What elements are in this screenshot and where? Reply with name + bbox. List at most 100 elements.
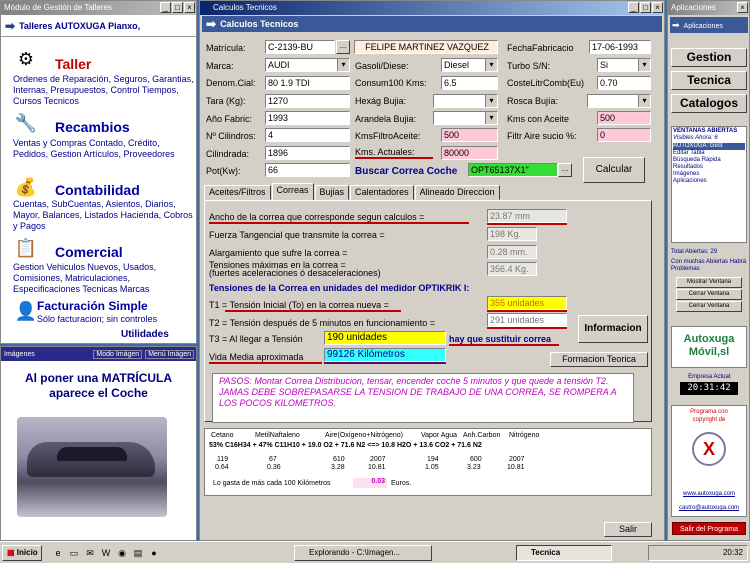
contabilidad-icon[interactable]: 💰 xyxy=(13,177,39,199)
close-button[interactable]: × xyxy=(652,2,663,13)
main-subheader: ➡ Calculos Tecnicos xyxy=(202,16,662,32)
minimize-button[interactable]: _ xyxy=(160,2,171,13)
app-icon[interactable]: ● xyxy=(148,547,160,559)
recambios-link[interactable]: Recambios xyxy=(55,119,130,135)
chem-footer-label: Lo gasta de más cada 100 Kilómetros xyxy=(213,480,331,487)
potkw-input[interactable]: 66 xyxy=(265,163,350,177)
kmsaceite-input[interactable]: 500 xyxy=(597,111,651,125)
tab-aceites[interactable]: Aceites/Filtros xyxy=(204,185,271,200)
media-icon[interactable]: ◉ xyxy=(116,547,128,559)
fecha-input[interactable]: 17-06-1993 xyxy=(589,40,651,54)
outlook-icon[interactable]: ✉ xyxy=(84,547,96,559)
cilindros-input[interactable]: 4 xyxy=(265,128,350,142)
matricula-input[interactable]: C-2139-BU xyxy=(265,40,335,54)
salir-programa-button[interactable]: Salir del Programa xyxy=(672,522,746,535)
chem-r2-6: 10.81 xyxy=(507,464,525,471)
taller-link[interactable]: Taller xyxy=(55,56,91,72)
desktop-icon[interactable]: ▭ xyxy=(68,547,80,559)
task-tecnica[interactable]: Tecnica xyxy=(516,545,612,561)
open-window-item[interactable]: Editar Tabla xyxy=(673,150,745,157)
coste-input[interactable]: 0.70 xyxy=(597,76,651,90)
filtro-input[interactable]: 0 xyxy=(597,128,651,142)
open-window-item[interactable]: AUTOXUGA: Gest xyxy=(673,143,745,150)
tab-bujias[interactable]: Bujias xyxy=(314,185,350,200)
hexag-select[interactable] xyxy=(433,94,498,108)
word-icon[interactable]: W xyxy=(100,547,112,559)
consum-input[interactable]: 6.5 xyxy=(441,76,498,90)
copyright-panel: Programa con copyright de X www.autoxuga… xyxy=(671,405,747,517)
comercial-icon[interactable]: 📋 xyxy=(13,238,39,260)
arrow-right-icon: ➡ xyxy=(5,18,16,33)
informacion-button[interactable]: Informacion xyxy=(578,315,648,343)
utilidades-link[interactable]: Utilidades xyxy=(121,329,169,340)
marca-select[interactable]: AUDI xyxy=(265,58,350,72)
denom-input[interactable]: 80 1.9 TDI xyxy=(265,76,350,90)
open-window-item[interactable]: Imágenes xyxy=(673,171,745,178)
chem-r1-5: 600 xyxy=(470,456,482,463)
taller-icon[interactable]: ⚙ xyxy=(13,49,39,71)
right-title-bar[interactable]: Aplicaciones × xyxy=(668,1,749,15)
chart-icon[interactable]: ▤ xyxy=(132,547,144,559)
start-button[interactable]: ▦ Inicio xyxy=(2,545,42,561)
buscar-lookup-button[interactable]: ... xyxy=(558,163,572,177)
menu-image-dropdown[interactable]: Menú Imágen xyxy=(145,349,194,359)
t3-label: T3 = Al llegar a Tensión xyxy=(209,334,303,344)
catalogos-button[interactable]: Catalogos xyxy=(671,94,747,113)
tecnica-button[interactable]: Tecnica xyxy=(671,71,747,90)
chem-header-metil: MetilNaftaleno xyxy=(255,432,300,439)
tab-correas[interactable]: Correas xyxy=(271,183,314,200)
vida-value-underline xyxy=(324,362,446,364)
kmsfiltro-label: KmsFiltroAceite: xyxy=(355,131,421,141)
buscar-input[interactable]: OPT65137X1" xyxy=(468,163,558,177)
mostrar-ventana-button[interactable]: Mostrar Ventana xyxy=(676,277,742,288)
gasoli-select[interactable]: Diesel xyxy=(441,58,498,72)
formacion-teorica-button[interactable]: Formacion Teorica xyxy=(550,352,648,367)
tara-input[interactable]: 1270 xyxy=(265,94,350,108)
kmsaceite-label: Kms con Aceite xyxy=(507,114,570,124)
open-window-item[interactable]: Resultados xyxy=(673,164,745,171)
turbo-select[interactable]: Si xyxy=(597,58,651,72)
recambios-icon[interactable]: 🔧 xyxy=(13,113,39,135)
mode-image-dropdown[interactable]: Modo Imágen xyxy=(93,349,143,359)
comercial-link[interactable]: Comercial xyxy=(55,244,123,260)
kmsact-input[interactable]: 80000 xyxy=(441,146,498,160)
maximize-button[interactable]: □ xyxy=(640,2,651,13)
applications-window: Aplicaciones × ➡ Aplicaciones Gestion Tec… xyxy=(667,0,750,541)
minimize-button[interactable]: _ xyxy=(628,2,639,13)
images-window: Imágenes Modo Imágen Menú Imágen Al pone… xyxy=(0,346,197,541)
consum-label: Consum100 Kms: xyxy=(355,78,427,88)
cerrar-ventana-button[interactable]: Cerrar Ventana xyxy=(676,289,742,300)
facturacion-icon[interactable]: 👤 xyxy=(13,301,39,323)
facturacion-link[interactable]: Facturación Simple xyxy=(37,299,148,313)
open-window-item[interactable]: Búsqueda Rápida xyxy=(673,157,745,164)
left-title-bar[interactable]: Módulo de Gestión de Talleres _ □ × xyxy=(1,1,196,15)
cerrar-ventana-button-2[interactable]: Cerrar Ventana xyxy=(676,301,742,312)
close-button[interactable]: × xyxy=(184,2,195,13)
start-label: Inicio xyxy=(16,548,38,557)
arandela-select[interactable] xyxy=(433,111,498,125)
email-link[interactable]: castro@autoxuga.com xyxy=(672,504,746,512)
gestion-button[interactable]: Gestion xyxy=(671,48,747,67)
salir-button[interactable]: Salir xyxy=(604,522,652,537)
matricula-lookup-button[interactable]: ... xyxy=(336,40,350,54)
calcular-button[interactable]: Calcular xyxy=(583,157,645,183)
task-explorer[interactable]: Explorando - C:\Imagen... xyxy=(294,545,432,561)
tab-calentadores[interactable]: Calentadores xyxy=(350,185,414,200)
open-window-item[interactable]: Aplicaciones xyxy=(673,178,745,185)
cilindrada-input[interactable]: 1896 xyxy=(265,146,350,160)
anio-input[interactable]: 1993 xyxy=(265,111,350,125)
left-header: ➡ Talleres AUTOXUGA Pianxo, xyxy=(1,15,196,37)
client-name-field[interactable]: FELIPE MARTINEZ VAZQUEZ xyxy=(354,40,498,54)
rosca-select[interactable] xyxy=(587,94,651,108)
tab-alineado[interactable]: Alineado Direccion xyxy=(414,185,500,200)
website-link[interactable]: www.autoxuga.com xyxy=(672,490,746,498)
maximize-button[interactable]: □ xyxy=(172,2,183,13)
contabilidad-link[interactable]: Contabilidad xyxy=(55,182,140,198)
chem-r1-3: 2007 xyxy=(370,456,386,463)
chem-header-cetano: Cetano xyxy=(211,432,234,439)
close-button[interactable]: × xyxy=(737,2,748,13)
kmsfiltro-input[interactable]: 500 xyxy=(441,128,498,142)
ie-icon[interactable]: e xyxy=(52,547,64,559)
main-title-bar[interactable]: Calculos Tecnicos _ □ × xyxy=(200,1,664,15)
tab-bar: Aceites/Filtros Correas Bujias Calentado… xyxy=(204,183,501,200)
